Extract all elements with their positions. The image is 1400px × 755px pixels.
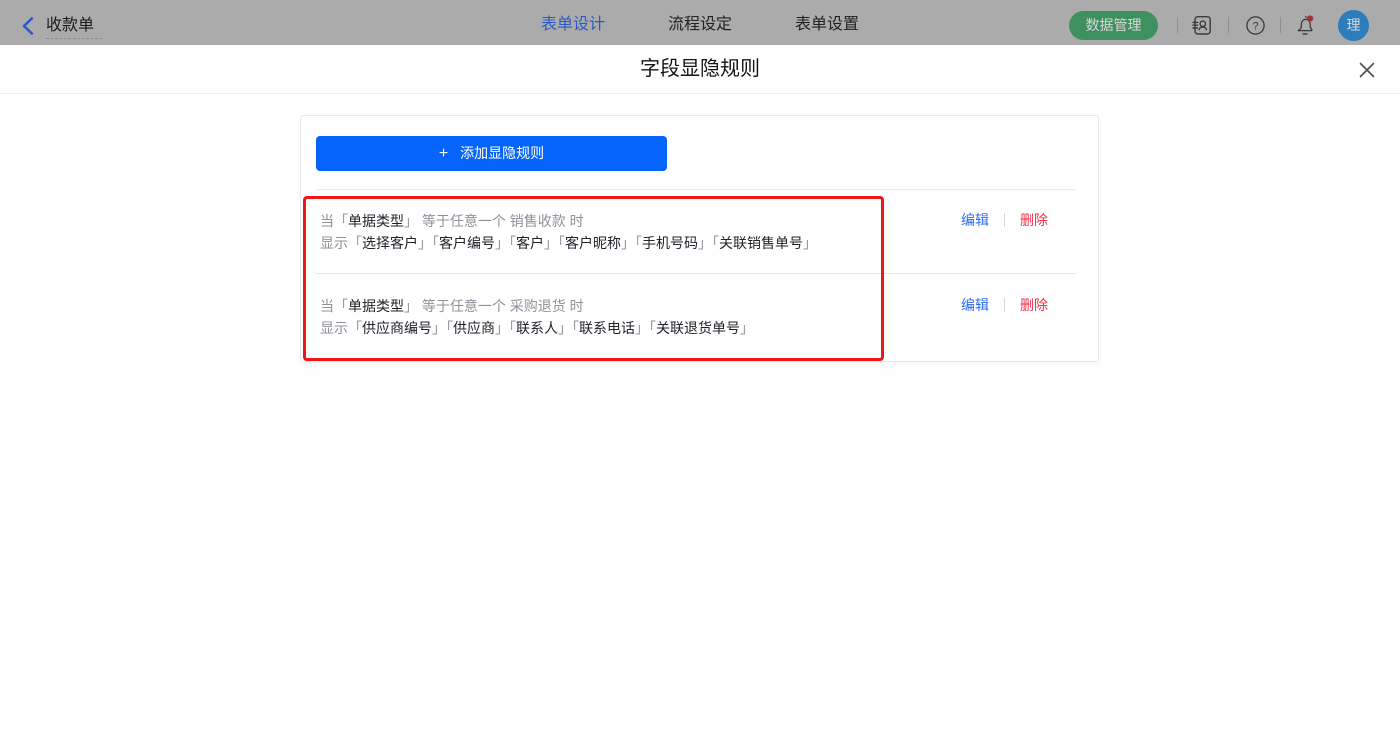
svg-text:?: ? <box>1252 20 1258 32</box>
